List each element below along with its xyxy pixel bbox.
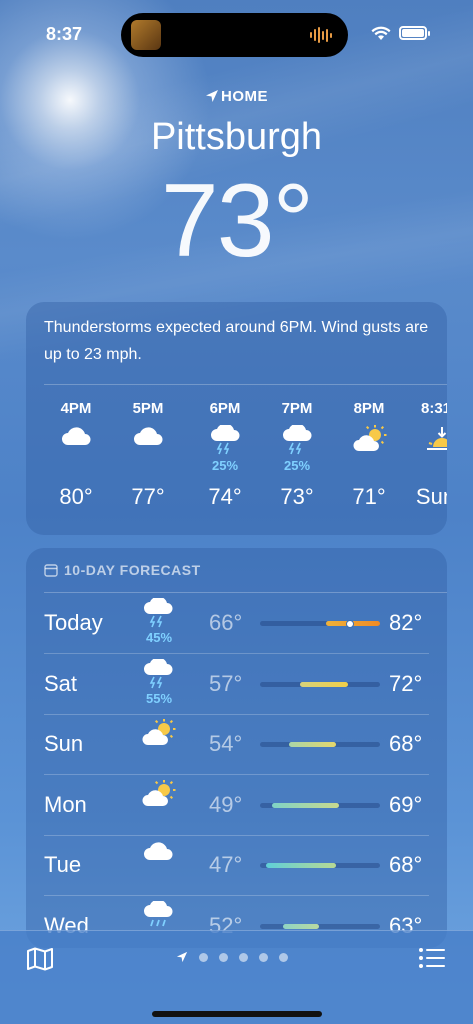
page-dot[interactable]	[259, 952, 268, 962]
hourly-item: 7PM 25% 73°	[267, 400, 327, 509]
precip-chance: 25%	[211, 458, 239, 473]
page-dot[interactable]	[239, 952, 248, 962]
forecast-row[interactable]: Sat 55% 57° 72°	[26, 655, 447, 715]
day-label: Sun	[44, 731, 84, 756]
forecast-row[interactable]: Tue 47° 68°	[26, 836, 447, 896]
cloud-icon	[118, 417, 178, 465]
high-temperature: 68°	[389, 731, 423, 756]
partly-sunny-icon	[142, 779, 178, 816]
city-name: Pittsburgh	[150, 116, 323, 158]
hourly-scroll[interactable]: 4PM 80° 5PM 77° 6PM 25% 74° 7PM 25% 73° 8PM 71° 8:31…	[26, 400, 447, 520]
current-temperature: 73°	[160, 163, 314, 279]
precip-chance: 45%	[145, 630, 173, 645]
map-icon[interactable]	[26, 947, 54, 971]
hour-temperature: 77°	[131, 484, 165, 509]
hour-label: 8:31P	[420, 400, 447, 417]
precip-chance: 55%	[145, 690, 173, 706]
hour-label: 6PM	[209, 400, 241, 417]
wifi-icon	[371, 26, 391, 40]
battery-icon	[399, 26, 430, 40]
low-temperature: 57°	[209, 670, 243, 696]
temperature-range-track	[260, 802, 380, 808]
hourly-item: 8:31P Suns	[411, 400, 447, 509]
hour-temperature: 74°	[208, 484, 242, 509]
hour-temperature: Suns	[415, 484, 447, 509]
high-temperature: 69°	[389, 791, 423, 817]
cloud-icon	[46, 417, 106, 465]
thunderstorm-icon	[142, 596, 178, 634]
day-label: Sat	[44, 670, 78, 696]
page-dot[interactable]	[219, 952, 228, 962]
ten-day-forecast-card[interactable]: 10-DAY FORECAST Today 45% 66° 82° Sat 55% 57° 7…	[26, 548, 447, 948]
day-label: Mon	[44, 791, 87, 817]
thunderstorm-icon	[142, 656, 178, 695]
low-temperature: 54°	[209, 731, 243, 756]
now-playing-artwork	[131, 20, 161, 50]
day-label: Today	[44, 610, 103, 635]
forecast-row[interactable]: Today 45% 66° 82°	[26, 594, 447, 654]
temperature-range-bar	[282, 923, 319, 929]
status-bar: 8:37	[0, 0, 473, 60]
cloud-icon	[142, 840, 178, 876]
high-temperature: 68°	[389, 852, 423, 877]
card-divider	[44, 592, 447, 593]
page-dot[interactable]	[279, 952, 288, 962]
temperature-range-track	[260, 619, 380, 628]
status-time: 8:37	[46, 24, 83, 44]
hour-temperature: 73°	[280, 484, 314, 509]
partly-sunny-icon	[142, 719, 178, 755]
location-arrow-icon	[206, 90, 218, 102]
location-label-text: HOME	[221, 88, 268, 105]
card-divider	[44, 384, 447, 385]
hourly-item: 5PM 77°	[118, 400, 178, 509]
temperature-range-bar	[288, 742, 336, 747]
temperature-range-bar	[266, 863, 336, 868]
city-list-icon[interactable]	[418, 947, 446, 969]
high-temperature: 82°	[389, 610, 423, 635]
temperature-range-track	[260, 681, 380, 687]
hour-temperature: 71°	[352, 484, 386, 509]
forecast-row[interactable]: Mon 49° 69°	[26, 776, 447, 836]
precip-chance: 25%	[283, 458, 311, 473]
calendar-icon	[44, 564, 58, 577]
hour-label: 7PM	[281, 400, 313, 417]
hourly-item: 4PM 80°	[46, 400, 106, 509]
page-indicator[interactable]	[176, 951, 288, 963]
forecast-title: 10-DAY FORECAST	[64, 562, 201, 578]
forecast-header: 10-DAY FORECAST	[44, 562, 201, 578]
dynamic-island[interactable]	[121, 13, 348, 57]
audio-waveform-icon	[310, 27, 332, 43]
bottom-toolbar	[0, 930, 473, 1024]
temperature-range-bar	[299, 681, 348, 687]
low-temperature: 47°	[209, 852, 243, 877]
low-temperature: 49°	[209, 791, 243, 817]
low-temperature: 66°	[209, 610, 243, 635]
temperature-range-bar	[272, 802, 340, 808]
location-arrow-icon	[176, 951, 188, 963]
hourly-forecast-card[interactable]: Thunderstorms expected around 6PM. Wind …	[26, 302, 447, 535]
temperature-range-track	[260, 863, 380, 868]
sunset-icon	[411, 417, 447, 465]
high-temperature: 72°	[389, 670, 423, 696]
hourly-item: 6PM 25% 74°	[195, 400, 255, 509]
day-label: Tue	[44, 852, 82, 877]
hour-label: 4PM	[60, 400, 92, 417]
hour-temperature: 80°	[59, 484, 93, 509]
current-temp-marker	[346, 619, 354, 628]
page-dot[interactable]	[199, 952, 208, 962]
hour-label: 8PM	[353, 400, 385, 417]
forecast-row[interactable]: Sun 54° 68°	[26, 715, 447, 775]
weather-summary: Thunderstorms expected around 6PM. Wind …	[44, 319, 429, 363]
temperature-range-track	[260, 923, 380, 929]
temperature-range-track	[260, 742, 380, 747]
location-label: HOME	[0, 88, 473, 105]
hourly-item: 8PM 71°	[339, 400, 399, 509]
partly-cloudy-icon	[339, 417, 399, 465]
hour-label: 5PM	[132, 400, 164, 417]
home-indicator[interactable]	[152, 1011, 322, 1017]
